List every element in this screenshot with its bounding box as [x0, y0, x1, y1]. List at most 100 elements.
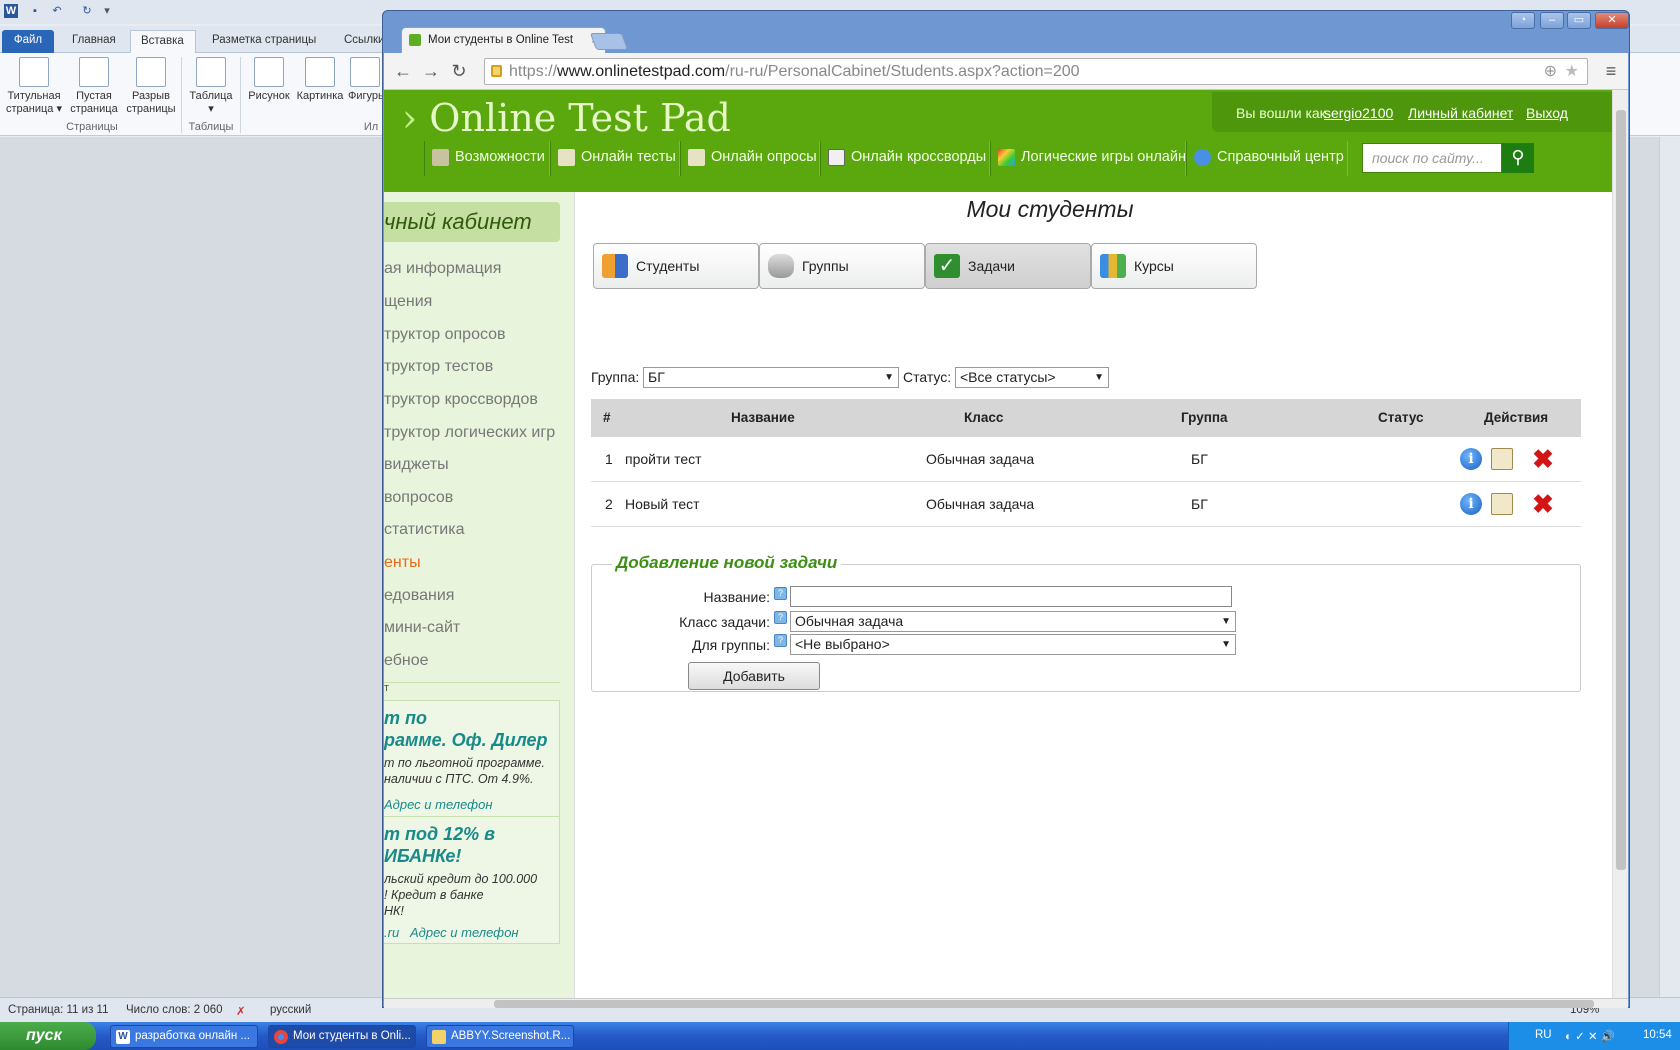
help-question-icon[interactable]: ?: [774, 634, 787, 647]
sidebar-item-test-builder[interactable]: труктор тестов: [384, 358, 493, 376]
start-button[interactable]: пуск: [0, 1022, 96, 1050]
clipart-button[interactable]: Картинка: [294, 57, 346, 103]
sidebar-item-questions[interactable]: вопросов: [384, 489, 453, 507]
col-name: Название: [731, 410, 795, 425]
taskbar-folder-button[interactable]: ABBYY.Screenshot.R...: [426, 1025, 574, 1048]
sidebar-item-crossword-builder[interactable]: труктор кроссвордов: [384, 391, 538, 409]
sidebar-item-widgets[interactable]: виджеты: [384, 456, 449, 474]
sidebar-item-students[interactable]: енты: [384, 554, 421, 572]
nav-help-center[interactable]: Справочный центр: [1186, 141, 1348, 176]
forward-arrow-icon[interactable]: →: [420, 61, 442, 83]
sidebar-item-education[interactable]: ебное: [384, 652, 429, 670]
nav-online-tests[interactable]: Онлайн тесты: [550, 141, 680, 176]
edit-icon[interactable]: [1491, 448, 1513, 470]
minimize-icon[interactable]: –: [1540, 12, 1564, 29]
sidebar-item-poll-builder[interactable]: труктор опросов: [384, 326, 506, 344]
page-vertical-scrollbar[interactable]: [1612, 90, 1628, 998]
ad-2-site-link[interactable]: .ru: [384, 925, 399, 940]
tray-icons[interactable]: ◐ ✓ ✕ 🔊: [1565, 1029, 1615, 1043]
taskbar-word-button[interactable]: Wразработка онлайн ...: [110, 1025, 258, 1048]
blank-page-button[interactable]: Пустая страница: [66, 57, 122, 116]
bookmark-star-icon[interactable]: ★: [1565, 59, 1579, 84]
task-name-input[interactable]: [790, 586, 1232, 607]
tab-home[interactable]: Главная: [62, 30, 126, 53]
undo-icon[interactable]: ↶: [50, 4, 64, 18]
sidebar-ad-2[interactable]: т под 12% в ИБАНКе! льский кредит до 100…: [384, 817, 560, 944]
proofing-icon[interactable]: ✗: [236, 1004, 246, 1018]
search-icon[interactable]: ⚲: [1502, 143, 1534, 173]
delete-icon[interactable]: ✖: [1532, 446, 1554, 472]
logout-link[interactable]: Выход: [1526, 105, 1568, 121]
page-horizontal-scrollbar[interactable]: [384, 998, 1628, 1008]
picture-button[interactable]: Рисунок: [246, 57, 292, 103]
page-break-button[interactable]: Разрыв страницы: [122, 57, 180, 116]
table-row: 2 Новый тест Обычная задача БГ i ✖: [591, 482, 1581, 527]
add-task-button[interactable]: Добавить: [688, 662, 820, 690]
edit-icon[interactable]: [1491, 493, 1513, 515]
scroll-thumb[interactable]: [494, 1000, 1594, 1008]
group-filter-select[interactable]: БГ ▼: [643, 367, 899, 388]
tab-page-layout[interactable]: Разметка страницы: [202, 30, 326, 53]
site-logo[interactable]: › Online Test Pad: [402, 96, 731, 140]
clock[interactable]: 10:54: [1643, 1029, 1672, 1041]
sidebar-item-statistics[interactable]: статистика: [384, 521, 464, 539]
tab-groups[interactable]: Группы: [759, 243, 925, 289]
taskbar-chrome-button[interactable]: Мои студенты в Onli...: [268, 1025, 416, 1048]
sidebar-item-research[interactable]: едования: [384, 587, 454, 605]
info-icon[interactable]: i: [1460, 493, 1482, 515]
sidebar-item-mini-site[interactable]: мини-сайт: [384, 619, 460, 637]
sidebar-ad-1[interactable]: т по рамме. Оф. Дилер т по льготной прог…: [384, 700, 560, 817]
reload-icon[interactable]: ↻: [448, 61, 470, 83]
sidebar-title: чный кабинет: [384, 202, 560, 242]
tab-courses[interactable]: Курсы: [1091, 243, 1257, 289]
nav-online-crosswords[interactable]: Онлайн кроссворды: [820, 141, 990, 176]
help-question-icon[interactable]: ?: [774, 611, 787, 624]
tab-insert[interactable]: Вставка: [130, 30, 196, 53]
save-icon[interactable]: ▪: [28, 4, 42, 18]
site-search-input[interactable]: поиск по сайту...: [1362, 143, 1502, 173]
table-row: 1 пройти тест Обычная задача БГ i ✖: [591, 437, 1581, 482]
word-app-icon[interactable]: W: [4, 4, 18, 18]
new-tab-button[interactable]: [589, 33, 629, 50]
task-group-select[interactable]: <Не выбрано> ▼: [790, 634, 1236, 655]
help-question-icon[interactable]: ?: [774, 587, 787, 600]
maximize-icon[interactable]: ▭: [1567, 12, 1591, 29]
delete-icon[interactable]: ✖: [1532, 491, 1554, 517]
task-class-select[interactable]: Обычная задача ▼: [790, 611, 1236, 632]
browser-tab-title: Мои студенты в Online Test: [428, 34, 574, 46]
tab-students[interactable]: Студенты: [593, 243, 759, 289]
scroll-thumb[interactable]: [1616, 110, 1626, 870]
chrome-menu-icon[interactable]: ≡: [1600, 61, 1622, 83]
web-page: › Online Test Pad Вы вошли как sergio210…: [384, 90, 1612, 998]
nav-online-polls[interactable]: Онлайн опросы: [680, 141, 820, 176]
sidebar-item-logic-game-builder[interactable]: труктор логических игр: [384, 424, 555, 442]
nav-features[interactable]: Возможности: [424, 141, 550, 176]
info-icon[interactable]: i: [1460, 448, 1482, 470]
chrome-icon: [274, 1030, 288, 1044]
browser-tab[interactable]: Мои студенты в Online Test ×: [401, 27, 606, 53]
status-filter-select[interactable]: <Все статусы> ▼: [955, 367, 1109, 388]
sidebar-item-personal-info[interactable]: ая информация: [384, 260, 501, 278]
user-profile-icon[interactable]: ◔: [1511, 12, 1535, 29]
cabinet-link[interactable]: Личный кабинет: [1408, 105, 1513, 121]
cover-page-button[interactable]: Титульная страница ▾: [4, 57, 64, 116]
shapes-button[interactable]: Фигуры: [348, 57, 382, 103]
customize-qat-icon[interactable]: ▾: [100, 4, 114, 18]
col-actions: Действия: [1484, 410, 1549, 425]
language-status[interactable]: русский: [270, 1004, 311, 1016]
username-link[interactable]: sergio2100: [1324, 105, 1393, 121]
back-arrow-icon[interactable]: ←: [392, 61, 414, 83]
word-vertical-scrollbar[interactable]: [1659, 137, 1680, 997]
ad-2-address-link[interactable]: Адрес и телефон: [410, 925, 519, 940]
tab-file[interactable]: Файл: [2, 30, 54, 53]
redo-icon[interactable]: ↻: [80, 4, 94, 18]
nav-logic-games[interactable]: Логические игры онлайн: [990, 141, 1186, 176]
tab-tasks[interactable]: ✓ Задачи: [925, 243, 1091, 289]
ad-1-address-link[interactable]: Адрес и телефон: [384, 797, 557, 812]
close-window-icon[interactable]: ✕: [1595, 12, 1629, 29]
address-bar[interactable]: https://www.onlinetestpad.com/ru-ru/Pers…: [484, 58, 1588, 85]
language-indicator[interactable]: RU: [1535, 1029, 1552, 1041]
sidebar-item-messages[interactable]: щения: [384, 293, 432, 311]
table-button[interactable]: Таблица ▾: [186, 57, 236, 116]
zoom-icon[interactable]: ⊕: [1544, 59, 1557, 84]
